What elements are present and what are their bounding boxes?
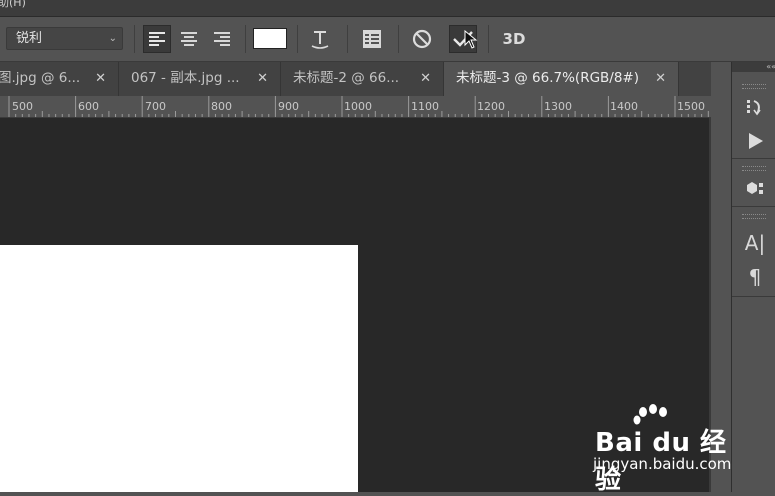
history-icon	[747, 100, 761, 116]
panel-grip[interactable]	[742, 84, 766, 89]
divider	[297, 25, 298, 53]
document-canvas[interactable]	[0, 245, 358, 492]
collapse-panels-button[interactable]: ««	[732, 62, 775, 72]
ruler-label: 800	[211, 100, 232, 113]
3d-button[interactable]: 3D	[500, 25, 528, 53]
panel-grip[interactable]	[742, 166, 766, 171]
antialias-value: 锐利	[16, 31, 43, 46]
text-color-swatch[interactable]	[253, 28, 287, 49]
3d-properties-icon	[747, 182, 763, 194]
ruler-label: 700	[145, 100, 166, 113]
menu-bar: 助(H)	[0, 0, 775, 17]
chevron-down-icon: ⌄	[108, 33, 117, 44]
cancel-icon	[412, 29, 432, 49]
align-center-button[interactable]	[175, 25, 203, 53]
ruler-label: 1400	[610, 100, 638, 113]
tab-label: 未标题-3 @ 66.7%(RGB/8#)	[456, 70, 640, 86]
ruler-label: 1200	[477, 100, 505, 113]
3d-panel-button[interactable]	[744, 178, 766, 200]
tab-document-1[interactable]: 图.jpg @ 6... ✕	[0, 62, 119, 96]
align-left-icon	[149, 32, 165, 46]
warp-text-button[interactable]	[306, 25, 334, 53]
tab-label: 图.jpg @ 6...	[0, 70, 81, 86]
divider	[347, 25, 348, 53]
ruler-label: 1100	[411, 100, 439, 113]
divider	[245, 25, 246, 53]
divider	[732, 296, 775, 297]
options-bar: 锐利 ⌄ 3D	[0, 17, 775, 62]
close-icon[interactable]: ✕	[257, 62, 268, 95]
ruler-label: 1300	[544, 100, 572, 113]
align-right-button[interactable]	[208, 25, 236, 53]
antialias-select[interactable]: 锐利 ⌄	[6, 27, 123, 50]
warp-text-icon	[311, 31, 329, 49]
paragraph-panel-button[interactable]: ¶	[744, 265, 766, 289]
divider	[732, 206, 775, 207]
baidu-jingyan-watermark: Bai du 经验 jingyan.baidu.com	[590, 404, 740, 495]
mouse-cursor-icon	[464, 30, 478, 49]
document-tab-bar: 图.jpg @ 6... ✕ 067 - 副本.jpg ... ✕ 未标题-2 …	[0, 62, 730, 96]
toggle-character-panel-button[interactable]	[358, 25, 386, 53]
actions-panel-button[interactable]	[744, 130, 766, 152]
align-left-button[interactable]	[143, 25, 171, 53]
close-icon[interactable]: ✕	[420, 62, 431, 95]
play-actions-icon	[749, 133, 763, 149]
ruler-label: 500	[12, 100, 33, 113]
character-paragraph-panel-icon	[363, 30, 381, 48]
horizontal-ruler[interactable]: 500 600 700 800 900 1000 1100 1200 1300 …	[0, 96, 711, 118]
menu-help[interactable]: 助(H)	[0, 0, 26, 10]
ruler-label: 600	[78, 100, 99, 113]
ruler-label: 1000	[344, 100, 372, 113]
ruler-label: 900	[278, 100, 299, 113]
align-right-icon	[214, 32, 230, 46]
close-icon[interactable]: ✕	[95, 62, 106, 95]
commit-edits-button[interactable]	[449, 25, 478, 53]
panel-grip[interactable]	[742, 214, 766, 219]
cancel-edits-button[interactable]	[408, 25, 436, 53]
watermark-url: jingyan.baidu.com	[593, 455, 732, 473]
align-center-icon	[181, 32, 197, 46]
tab-label: 未标题-2 @ 66...	[293, 70, 400, 86]
ruler-label: 1500	[677, 100, 705, 113]
divider	[398, 25, 399, 53]
tab-document-3[interactable]: 未标题-2 @ 66... ✕	[281, 62, 444, 96]
close-icon[interactable]: ✕	[655, 62, 666, 95]
divider	[134, 25, 135, 53]
character-panel-button[interactable]: A|	[744, 231, 766, 255]
divider	[488, 25, 489, 53]
tab-document-2[interactable]: 067 - 副本.jpg ... ✕	[119, 62, 281, 96]
divider	[732, 158, 775, 159]
tab-label: 067 - 副本.jpg ...	[131, 70, 240, 86]
tab-document-4[interactable]: 未标题-3 @ 66.7%(RGB/8#) ✕	[444, 62, 679, 96]
history-panel-button[interactable]	[744, 96, 766, 118]
